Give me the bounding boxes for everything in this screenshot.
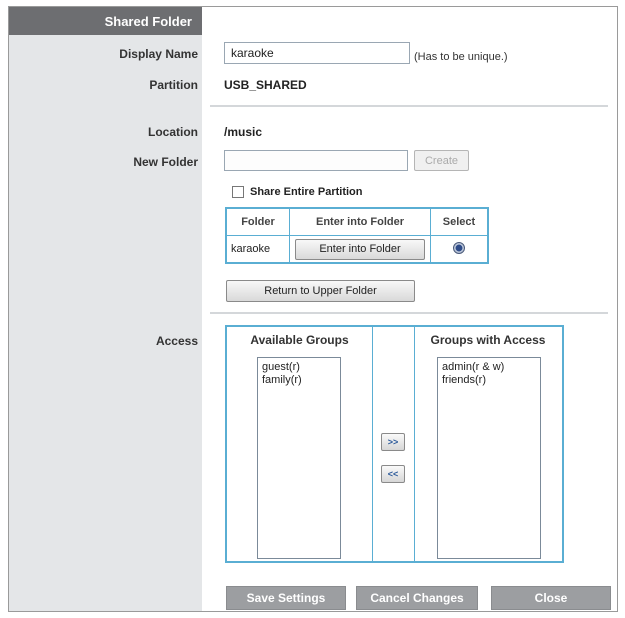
display-name-label: Display Name	[119, 47, 198, 61]
share-entire-partition-checkbox[interactable]	[232, 186, 244, 198]
display-name-input[interactable]	[224, 42, 410, 64]
select-folder-radio[interactable]	[453, 241, 465, 254]
enter-column-header: Enter into Folder	[289, 207, 431, 236]
save-settings-button[interactable]: Save Settings	[226, 586, 346, 610]
partition-label: Partition	[149, 78, 198, 92]
cancel-changes-button[interactable]: Cancel Changes	[356, 586, 478, 610]
access-box: Available Groups Groups with Access gues…	[225, 325, 564, 563]
share-entire-partition-label: Share Entire Partition	[250, 186, 363, 198]
column-divider	[372, 327, 373, 561]
list-item[interactable]: family(r)	[262, 374, 336, 387]
separator	[210, 105, 608, 107]
return-to-upper-folder-button[interactable]: Return to Upper Folder	[226, 280, 415, 302]
share-entire-partition-row[interactable]: Share Entire Partition	[232, 186, 362, 198]
close-button[interactable]: Close	[491, 586, 611, 610]
location-value: /music	[224, 125, 263, 139]
select-cell	[430, 235, 489, 264]
partition-value: USB_SHARED	[224, 78, 307, 92]
new-folder-label: New Folder	[133, 155, 198, 169]
list-item[interactable]: admin(r & w)	[442, 361, 536, 374]
folder-table-header-row: Folder Enter into Folder Select	[225, 207, 489, 236]
list-item[interactable]: friends(r)	[442, 374, 536, 387]
select-column-header: Select	[430, 207, 489, 236]
access-label: Access	[155, 334, 198, 348]
folder-column-header: Folder	[225, 207, 290, 236]
table-row: karaoke Enter into Folder	[225, 235, 489, 264]
folder-table: Folder Enter into Folder Select karaoke …	[225, 207, 489, 264]
add-access-button[interactable]: >>	[381, 433, 405, 451]
location-label: Location	[148, 125, 198, 139]
new-folder-input[interactable]	[224, 150, 408, 171]
enter-folder-cell: Enter into Folder	[289, 235, 431, 264]
available-groups-header: Available Groups	[250, 333, 349, 347]
list-item[interactable]: guest(r)	[262, 361, 336, 374]
available-groups-list[interactable]: guest(r) family(r)	[257, 357, 341, 559]
folder-name-cell: karaoke	[225, 235, 290, 264]
groups-with-access-header: Groups with Access	[430, 333, 546, 347]
groups-with-access-list[interactable]: admin(r & w) friends(r)	[437, 357, 541, 559]
column-divider	[414, 327, 415, 561]
enter-into-folder-button[interactable]: Enter into Folder	[295, 238, 425, 260]
display-name-hint: (Has to be unique.)	[414, 51, 508, 63]
remove-access-button[interactable]: <<	[381, 465, 405, 483]
separator	[210, 312, 608, 314]
sidebar-header: Shared Folder	[9, 7, 202, 35]
sidebar: Shared Folder	[9, 7, 202, 611]
create-button[interactable]: Create	[414, 150, 469, 171]
